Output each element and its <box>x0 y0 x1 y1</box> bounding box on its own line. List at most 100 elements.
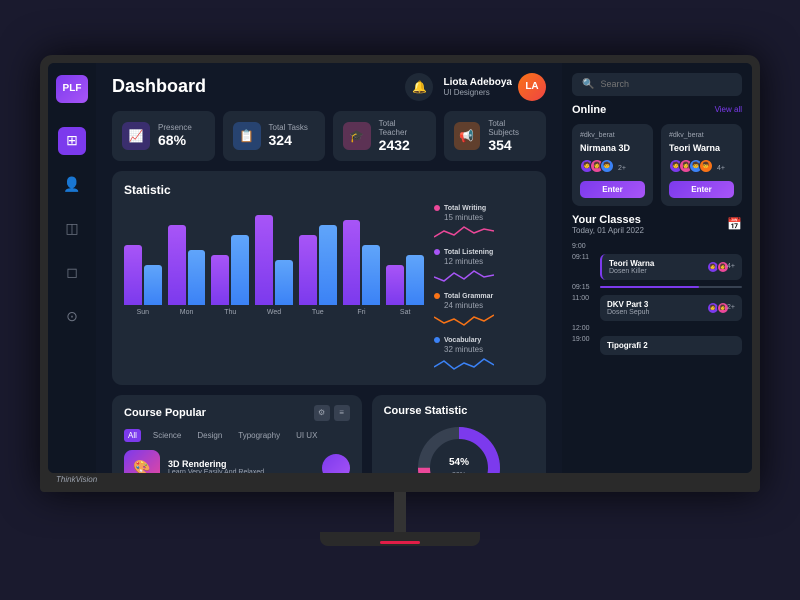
bar-group-tue <box>299 225 337 305</box>
label-sun: Sun <box>124 309 162 316</box>
subjects-value: 354 <box>488 137 536 153</box>
course-popular-card: Course Popular ⚙ ≡ All Science Des <box>112 395 362 473</box>
course-name: 3D Rendering <box>168 459 264 469</box>
dkv-class-name: DKV Part 3 <box>607 300 649 309</box>
bars-container <box>124 205 424 305</box>
bar-fri-purple <box>343 220 361 305</box>
nirmana-avatars: 🧑 👩 🧒 <box>580 159 610 173</box>
sidebar-item-chart[interactable]: ◻ <box>58 259 86 287</box>
legend-dot-listening <box>434 249 440 255</box>
legend-listening: Total Listening 12 minutes <box>434 249 534 285</box>
course-thumbnail: 🎨 <box>124 450 160 473</box>
course-description: Learn Very Easily And Relaxed <box>168 469 264 473</box>
bar-wed-blue <box>275 260 293 305</box>
sparkline-grammar <box>434 311 494 329</box>
legend-dot-grammar <box>434 293 440 299</box>
time-slot-0915: 09:15 <box>572 284 742 291</box>
time-0911: 09:11 <box>572 254 594 261</box>
time-900: 9:00 <box>572 243 594 250</box>
time-slot-0911: 09:11 Teori Warna Dosen Killer 🧑 👩 <box>572 254 742 280</box>
class-card-tipografi: Tipografi 2 <box>600 336 742 355</box>
chart-body: Sun Mon Thu Wed Tue Fri Sat <box>124 205 534 373</box>
tab-uiux[interactable]: UI UX <box>292 429 321 442</box>
list-action-icon[interactable]: ≡ <box>334 405 350 421</box>
settings-action-icon[interactable]: ⚙ <box>314 405 330 421</box>
stat-card-subjects: 📢 Total Subjects 354 <box>444 111 547 161</box>
course-item: 🎨 3D Rendering Learn Very Easily And Rel… <box>124 450 350 473</box>
your-classes-date: Today, 01 April 2022 <box>572 226 644 235</box>
time-1200: 12:00 <box>572 325 594 332</box>
donut-container: 54% 30% <box>384 423 534 473</box>
right-panel: 🔍 Online View all #dkv_berat Nirmana 3D … <box>562 63 752 473</box>
stat-card-presence: 📈 Presence 68% <box>112 111 215 161</box>
sidebar-item-home[interactable]: ⊞ <box>58 127 86 155</box>
calendar-icon[interactable]: 📅 <box>727 217 742 231</box>
nirmana-enter-button[interactable]: Enter <box>580 181 645 198</box>
legend-dot-vocabulary <box>434 337 440 343</box>
progress-section <box>600 284 742 290</box>
bar-group-thu <box>211 235 249 305</box>
bar-mon-blue <box>188 250 206 305</box>
bar-wed-purple <box>255 215 273 305</box>
bar-group-mon <box>168 225 206 305</box>
main-content: Dashboard 🔔 Liota Adeboya UI Designers L… <box>96 63 562 473</box>
bar-group-wed <box>255 215 293 305</box>
tasks-value: 324 <box>269 132 308 148</box>
bar-tue-blue <box>319 225 337 305</box>
donut-chart: 54% 30% <box>414 423 504 473</box>
avatar: LA <box>518 73 546 101</box>
view-all-link[interactable]: View all <box>715 105 742 114</box>
notification-button[interactable]: 🔔 <box>405 73 433 101</box>
time-1100: 11:00 <box>572 295 594 302</box>
bar-sat-blue <box>406 255 424 305</box>
teori-count: 4+ <box>717 162 725 176</box>
tab-science[interactable]: Science <box>149 429 185 442</box>
course-popular-header: Course Popular ⚙ ≡ <box>124 405 350 421</box>
time-slot-900: 9:00 <box>572 243 742 250</box>
stats-row: 📈 Presence 68% 📋 Total Tasks 324 <box>96 111 562 171</box>
tab-all[interactable]: All <box>124 429 141 442</box>
bottom-row: Course Popular ⚙ ≡ All Science Des <box>112 395 546 473</box>
label-wed: Wed <box>255 309 293 316</box>
tab-typography[interactable]: Typography <box>234 429 284 442</box>
your-classes-header: Your Classes Today, 01 April 2022 📅 <box>572 214 742 235</box>
online-title: Online <box>572 104 606 116</box>
course-statistic-card: Course Statistic <box>372 395 546 473</box>
nirmana-count: 2+ <box>618 162 626 176</box>
bar-labels: Sun Mon Thu Wed Tue Fri Sat <box>124 309 424 316</box>
sidebar-item-layers[interactable]: ◫ <box>58 215 86 243</box>
time-slots: 9:00 09:11 Teori Warna Dosen Killer <box>572 243 742 359</box>
stat-card-teacher: 🎓 Total Teacher 2432 <box>333 111 436 161</box>
your-classes-title: Your Classes <box>572 214 644 226</box>
time-slot-1900: 19:00 Tipografi 2 <box>572 336 742 355</box>
teori-avatar-4: 👦 <box>699 159 713 173</box>
bar-mon-purple <box>168 225 186 305</box>
user-name: Liota Adeboya <box>443 77 512 88</box>
legend-value-grammar: 24 minutes <box>434 301 534 310</box>
tab-design[interactable]: Design <box>193 429 226 442</box>
bar-thu-purple <box>211 255 229 305</box>
legend-dot-writing <box>434 205 440 211</box>
bar-sat-purple <box>386 265 404 305</box>
sidebar: PLF ⊞ 👤 ◫ ◻ ⊙ <box>48 63 96 473</box>
teacher-value: 2432 <box>379 137 426 153</box>
online-card-nirmana: #dkv_berat Nirmana 3D 🧑 👩 🧒 2+ Enter <box>572 124 653 206</box>
course-circle <box>322 454 350 473</box>
teori-enter-button[interactable]: Enter <box>669 181 734 198</box>
bar-group-sat <box>386 255 424 305</box>
sidebar-item-settings[interactable]: ⊙ <box>58 303 86 331</box>
tasks-label: Total Tasks <box>269 123 308 132</box>
course-info: 3D Rendering Learn Very Easily And Relax… <box>168 459 264 473</box>
search-input[interactable] <box>600 79 732 89</box>
time-0915: 09:15 <box>572 284 594 291</box>
screen: PLF ⊞ 👤 ◫ ◻ ⊙ Dashboard 🔔 Liota Adeboya <box>48 63 752 473</box>
left-column: Statistic <box>112 171 546 473</box>
label-mon: Mon <box>168 309 206 316</box>
monitor-bezel: PLF ⊞ 👤 ◫ ◻ ⊙ Dashboard 🔔 Liota Adeboya <box>40 55 760 492</box>
dkv-teacher: Dosen Sepuh <box>607 309 649 316</box>
legend-vocabulary: Vocabulary 32 minutes <box>434 337 534 373</box>
sidebar-item-user[interactable]: 👤 <box>58 171 86 199</box>
sparkline-writing <box>434 223 494 241</box>
progress-bar-container <box>600 286 742 288</box>
legend-value-listening: 12 minutes <box>434 257 534 266</box>
